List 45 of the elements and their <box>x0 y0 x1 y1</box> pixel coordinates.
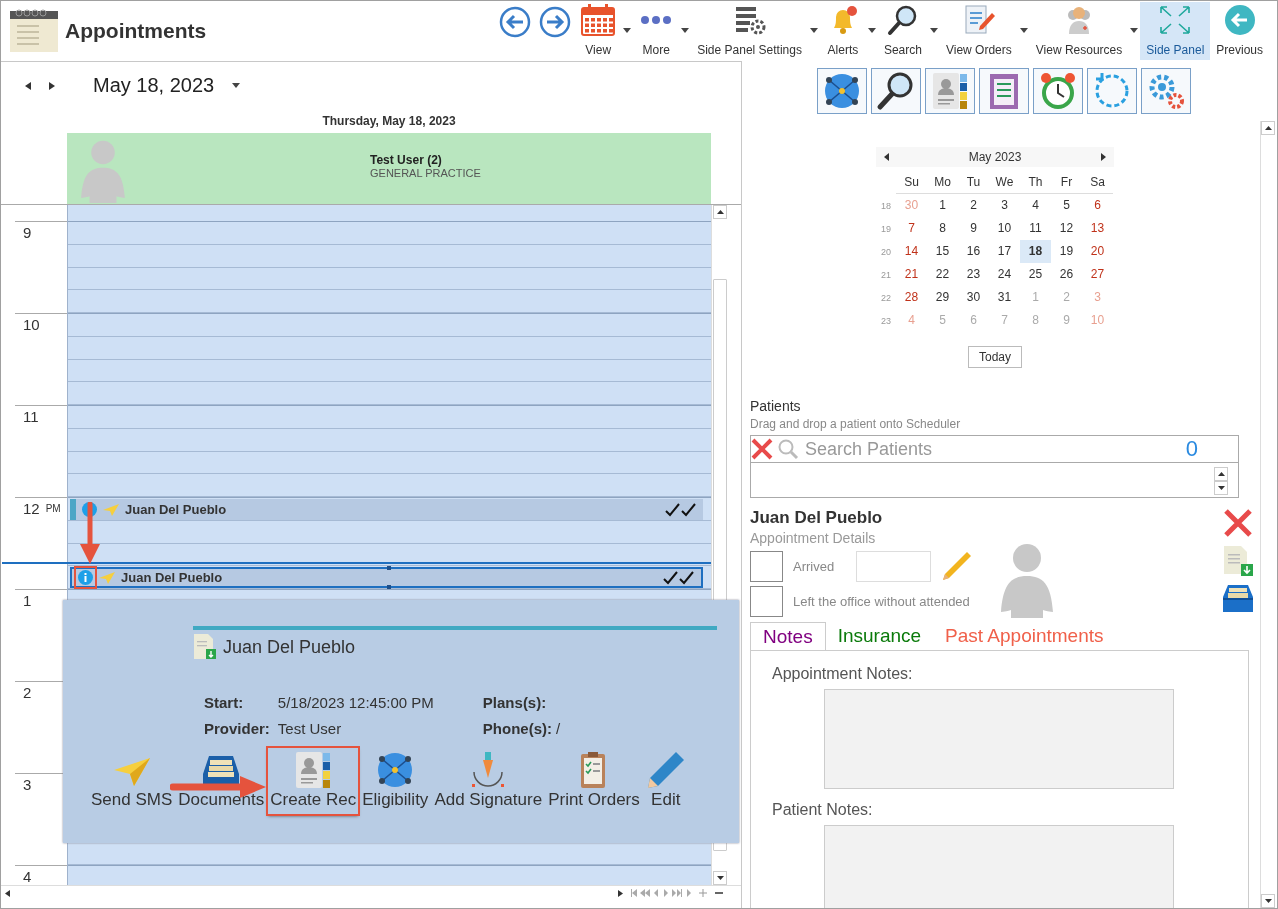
weekday-label: Sa <box>1082 167 1113 194</box>
weekday-label: We <box>989 167 1020 194</box>
resource-name: Test User (2) <box>370 153 443 167</box>
left-office-label: Left the office without attended <box>793 594 970 609</box>
patients-hint: Drag and drop a patient onto Scheduler <box>750 417 962 431</box>
hour-label: 10 <box>23 316 40 333</box>
weekday-label: Th <box>1020 167 1051 194</box>
weekday-label: Tu <box>958 167 989 194</box>
field-label: Start: <box>204 694 245 712</box>
weekday-label: Mo <box>927 167 958 194</box>
hour-label: 9 <box>23 224 32 241</box>
section-label: Appointment Notes: <box>772 665 914 683</box>
week-number: 18 <box>880 200 892 211</box>
field-value: / <box>556 720 561 738</box>
patient-name: Juan Del Pueblo <box>750 508 884 528</box>
month-title: May 2023 <box>968 150 1022 164</box>
hour-label: 11 <box>23 408 39 425</box>
weekday-label: Fr <box>1051 167 1082 194</box>
field-label: Phone(s): <box>482 720 553 738</box>
section-label: Patient Notes: <box>772 801 874 819</box>
hour-label: 2 <box>23 684 32 701</box>
field-label: Plans(s): <box>482 694 547 712</box>
day-header: Thursday, May 18, 2023 <box>322 114 456 128</box>
hour-label: 4 <box>23 868 32 885</box>
hour-label: 3 <box>23 776 32 793</box>
patient-name: Juan Del Pueblo <box>121 570 223 586</box>
week-number: 20 <box>880 246 892 257</box>
field-value: 5/18/2023 12:45:00 PM <box>277 694 435 712</box>
hour-label: 12 PM <box>23 500 61 517</box>
popup-title: Juan Del Pueblo <box>223 636 356 658</box>
resource-specialty: GENERAL PRACTICE <box>370 167 481 179</box>
patient-name: Juan Del Pueblo <box>125 502 227 517</box>
patients-title: Patients <box>750 398 802 414</box>
week-number: 23 <box>880 315 892 326</box>
field-value: Test User <box>277 720 343 738</box>
patient-count: 0 <box>1185 436 1198 462</box>
field-label: Provider: <box>204 720 270 738</box>
week-number: 22 <box>880 292 892 303</box>
arrived-label: Arrived <box>793 558 835 574</box>
hour-label: 1 <box>23 592 32 609</box>
week-number: 19 <box>880 223 892 234</box>
window-title: Appointments <box>65 19 207 43</box>
weekday-label: Su <box>896 167 927 194</box>
details-subtitle: Appointment Details <box>750 530 877 546</box>
week-number: 21 <box>880 269 892 280</box>
